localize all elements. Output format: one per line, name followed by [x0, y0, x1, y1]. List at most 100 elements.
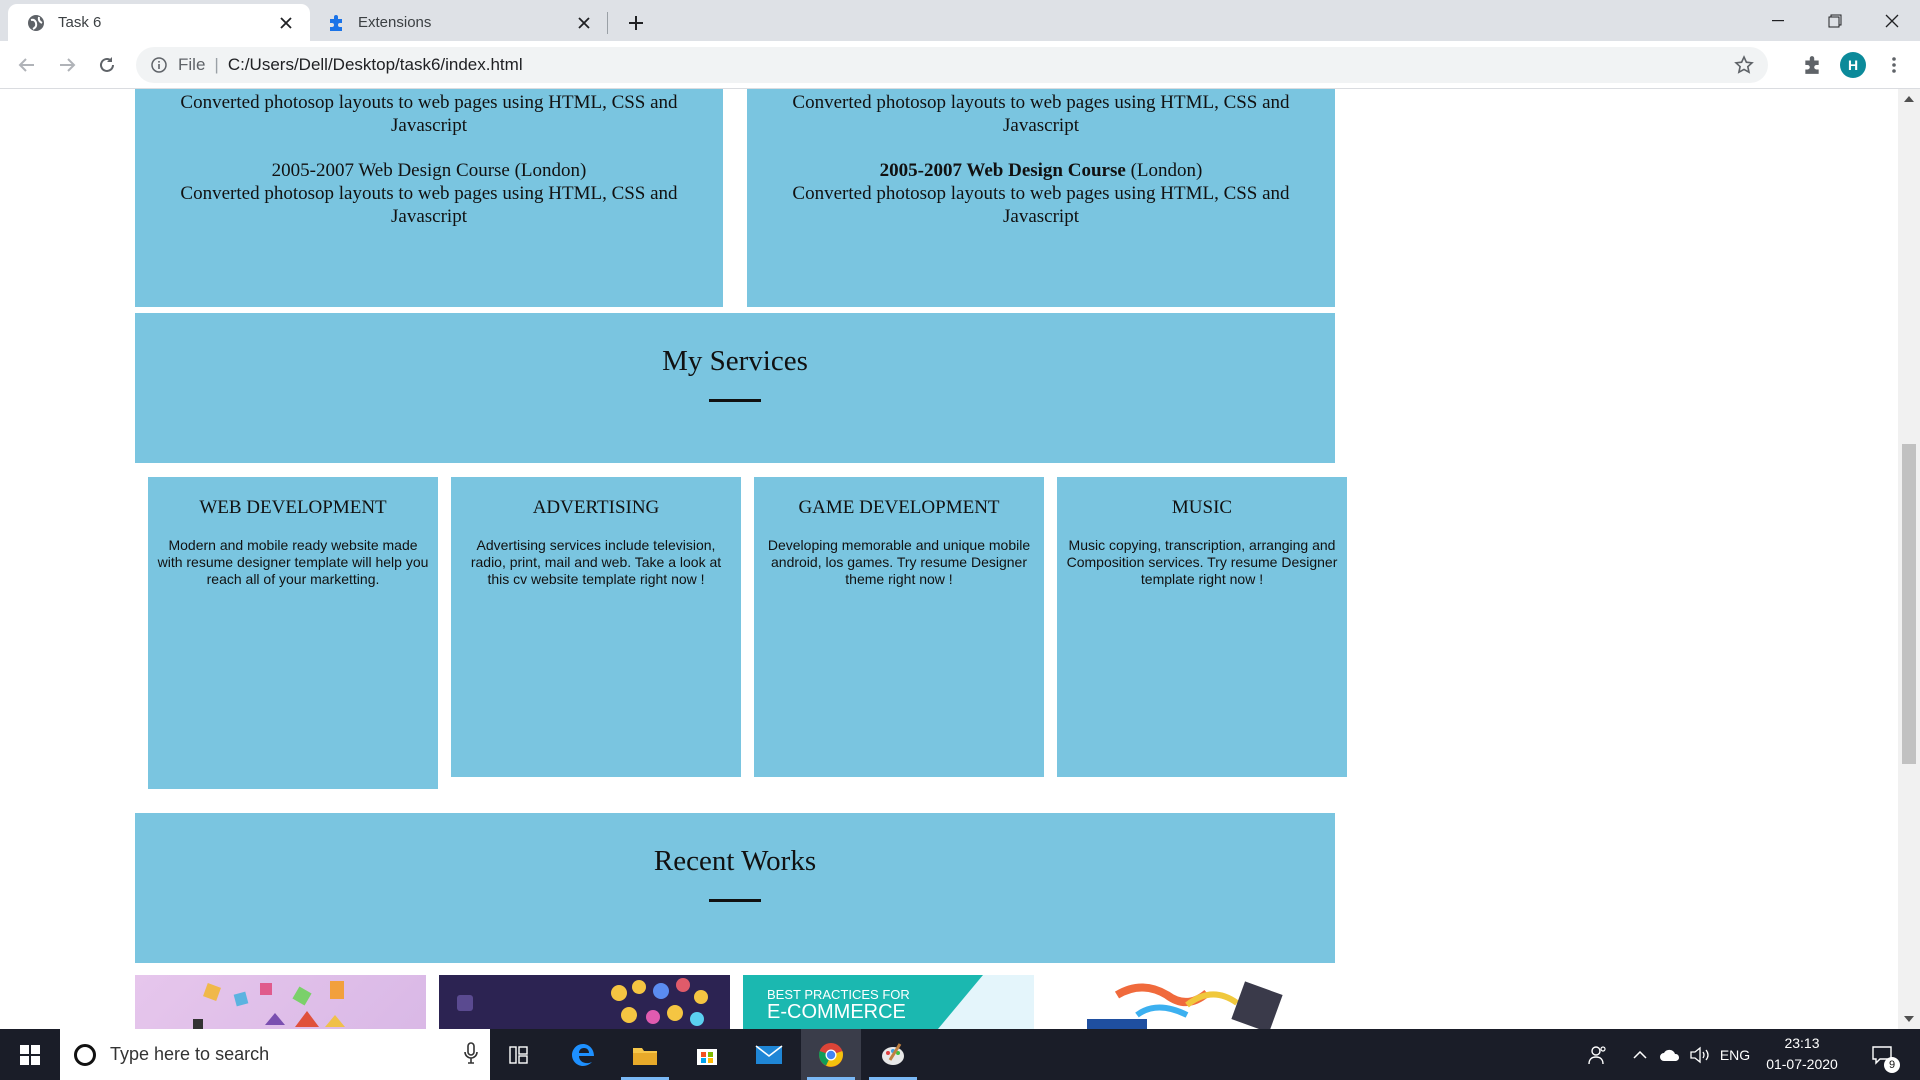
service-title: ADVERTISING — [532, 497, 660, 518]
experience-heading: 2005-2007 Web Design Course (London) — [767, 159, 1315, 182]
edge-icon — [572, 1043, 594, 1066]
show-hidden-icons-button[interactable] — [1628, 1029, 1652, 1080]
service-description: Music copying, transcription, arranging … — [1066, 537, 1338, 587]
store-icon — [697, 1048, 717, 1065]
extensions-button[interactable] — [1798, 51, 1826, 79]
thumbnail-caption-line2: E-COMMERCE — [767, 1001, 906, 1023]
bookmark-star-icon[interactable] — [1734, 55, 1754, 75]
profile-button[interactable]: H — [1839, 51, 1867, 79]
tab-task6[interactable]: Task 6 — [8, 4, 310, 41]
minimize-icon — [1771, 19, 1784, 21]
puzzle-icon — [326, 13, 346, 33]
scroll-down-icon — [1904, 1016, 1914, 1022]
windows-logo-icon — [20, 1044, 40, 1065]
experience-entry: Converted photosop layouts to web pages … — [767, 91, 1315, 137]
address-bar[interactable]: File | C:/Users/Dell/Desktop/task6/index… — [136, 47, 1768, 83]
url-text[interactable]: C:/Users/Dell/Desktop/task6/index.html — [228, 55, 523, 75]
experience-text: Converted photosop layouts to web pages … — [792, 183, 1290, 227]
service-description: Developing memorable and unique mobile a… — [767, 537, 1031, 587]
browser-toolbar: File | C:/Users/Dell/Desktop/task6/index… — [0, 41, 1920, 89]
work-thumbnail-art — [457, 978, 708, 1026]
heading-underline — [709, 899, 761, 902]
cloud-icon — [1660, 1049, 1680, 1061]
taskbar-search-box[interactable]: Type here to search — [60, 1029, 490, 1080]
tab-separator — [607, 12, 608, 34]
services-banner: My Services — [135, 313, 1335, 463]
reload-icon — [100, 57, 114, 72]
service-card-web-development: WEB DEVELOPMENT Modern and mobile ready … — [148, 477, 438, 789]
experience-location: (London) — [514, 160, 587, 181]
service-description: Advertising services include television,… — [470, 537, 722, 587]
store-button[interactable] — [677, 1029, 737, 1080]
scrollbar-thumb[interactable] — [1902, 444, 1916, 764]
notification-badge: 9 — [1884, 1057, 1900, 1073]
plus-icon — [629, 16, 643, 30]
experience-box-right: Converted photosop layouts to web pages … — [747, 89, 1335, 307]
experience-entry: 2005-2007 Web Design Course (London) Con… — [155, 159, 703, 228]
paint-button[interactable] — [863, 1029, 923, 1080]
restore-icon — [1828, 14, 1841, 27]
puzzle-icon — [1805, 56, 1819, 74]
back-button[interactable] — [12, 50, 42, 80]
minimize-button[interactable] — [1749, 0, 1806, 41]
forward-button[interactable] — [52, 50, 82, 80]
mail-button[interactable] — [739, 1029, 799, 1080]
file-explorer-button[interactable] — [615, 1029, 675, 1080]
work-thumbnail-4[interactable] — [1047, 975, 1338, 1029]
paint-palette-icon — [882, 1042, 904, 1065]
chevron-up-icon — [1633, 1050, 1647, 1059]
people-button[interactable] — [1580, 1029, 1616, 1080]
scheme-label: File — [178, 55, 206, 74]
work-thumbnail-3[interactable]: BEST PRACTICES FOR E-COMMERCE — [743, 975, 1034, 1029]
service-description: Modern and mobile ready website made wit… — [157, 537, 429, 587]
new-tab-button[interactable] — [622, 9, 650, 37]
recent-works-banner: Recent Works — [135, 813, 1335, 963]
work-thumbnail-1[interactable] — [135, 975, 426, 1029]
close-icon — [1885, 14, 1898, 27]
service-title: MUSIC — [1171, 497, 1233, 518]
menu-button[interactable] — [1880, 51, 1908, 79]
reload-button[interactable] — [92, 50, 122, 80]
task-view-button[interactable] — [490, 1029, 550, 1080]
edge-button[interactable] — [553, 1029, 613, 1080]
chrome-button[interactable] — [801, 1029, 861, 1080]
clock-time: 23:13 — [1784, 1035, 1820, 1051]
experience-entry: 2005-2007 Web Design Course (London) Con… — [767, 159, 1315, 228]
close-window-button[interactable] — [1863, 0, 1920, 41]
speaker-icon — [1690, 1046, 1709, 1063]
microphone-icon[interactable] — [464, 1042, 478, 1064]
experience-title: 2005-2007 Web Design Course — [271, 160, 510, 181]
page-viewport: Converted photosop layouts to web pages … — [0, 89, 1898, 1029]
clock-date: 01-07-2020 — [1766, 1056, 1838, 1072]
experience-text: Converted photosop layouts to web pages … — [180, 92, 678, 136]
work-thumbnail-art — [1087, 981, 1283, 1029]
experience-box-left: Converted photosop layouts to web pages … — [135, 89, 723, 307]
info-icon[interactable] — [150, 56, 168, 74]
experience-entry: Converted photosop layouts to web pages … — [155, 91, 703, 137]
tab-extensions[interactable]: Extensions — [312, 4, 608, 41]
mail-icon — [755, 1044, 783, 1064]
input-language[interactable]: ENG — [1716, 1029, 1754, 1080]
close-tab-icon[interactable] — [574, 13, 594, 33]
action-center-button[interactable]: 9 — [1862, 1029, 1902, 1080]
windows-taskbar: Type here to search ENG 23:13 01-07-2020 — [0, 1029, 1920, 1080]
work-thumbnail-2[interactable] — [439, 975, 730, 1029]
forward-arrow-icon — [60, 58, 76, 72]
page-content: Converted photosop layouts to web pages … — [0, 89, 1898, 1029]
service-card-advertising: ADVERTISING Advertising services include… — [451, 477, 741, 777]
start-button[interactable] — [0, 1029, 60, 1080]
page-scrollbar[interactable] — [1898, 89, 1920, 1029]
taskbar-clock[interactable]: 23:13 01-07-2020 — [1756, 1033, 1848, 1075]
experience-text: Converted photosop layouts to web pages … — [792, 92, 1290, 136]
globe-icon — [26, 13, 46, 33]
service-card-music: MUSIC Music copying, transcription, arra… — [1057, 477, 1347, 777]
services-heading: My Services — [662, 345, 808, 377]
service-title: GAME DEVELOPMENT — [798, 497, 1000, 518]
onedrive-button[interactable] — [1656, 1029, 1684, 1080]
volume-button[interactable] — [1686, 1029, 1714, 1080]
task-view-icon — [509, 1045, 528, 1064]
close-tab-icon[interactable] — [276, 13, 296, 33]
experience-text: Converted photosop layouts to web pages … — [180, 183, 678, 227]
restore-button[interactable] — [1806, 0, 1863, 41]
tab-title: Extensions — [358, 14, 432, 31]
